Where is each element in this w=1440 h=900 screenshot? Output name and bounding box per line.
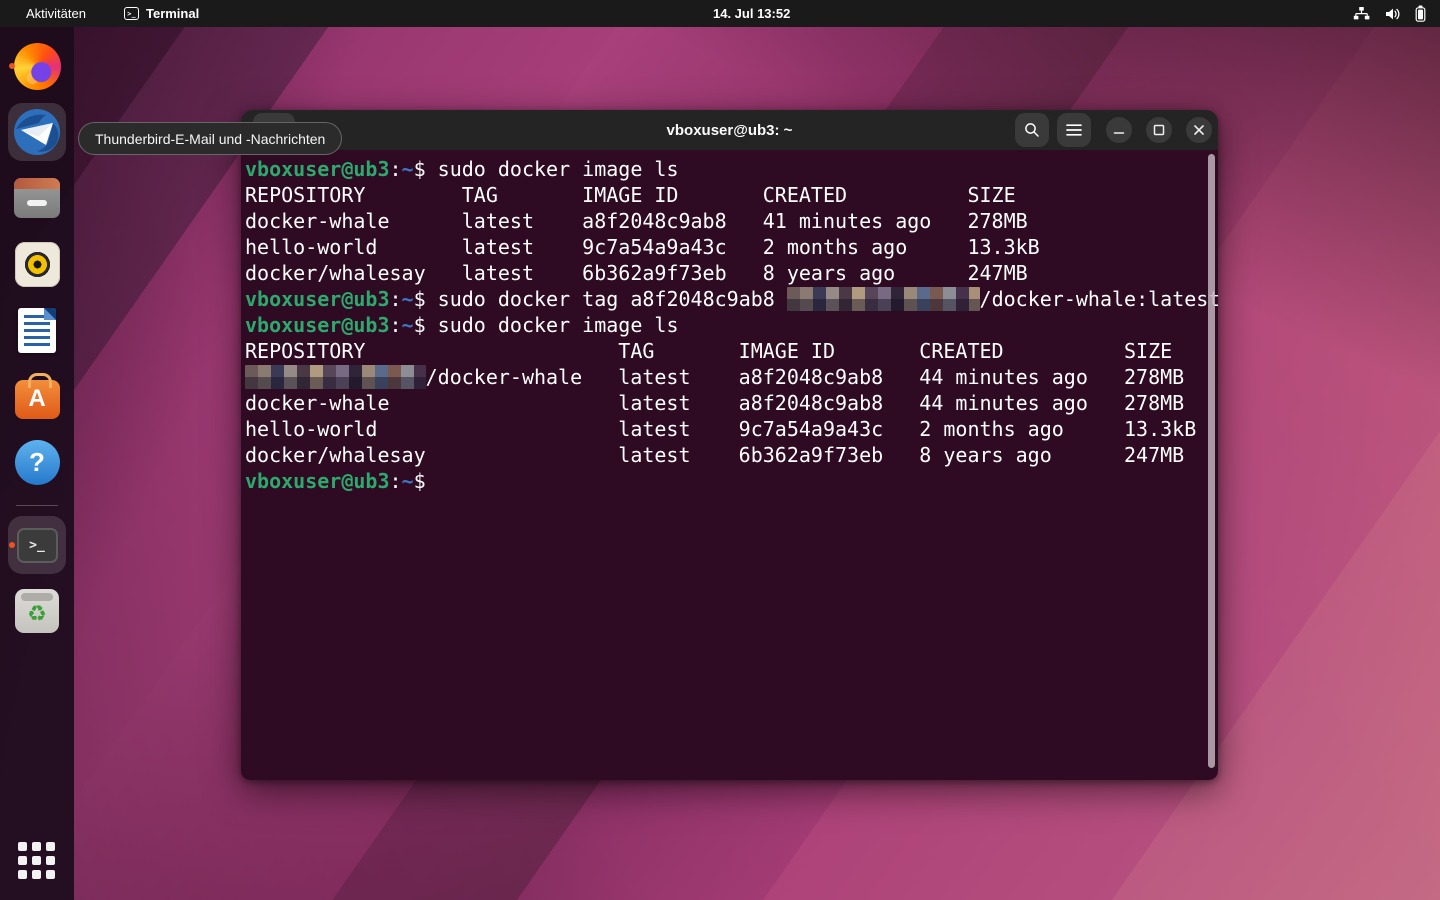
terminal-lines: vboxuser@ub3:~$ sudo docker image lsREPO… [245,156,1214,494]
terminal-line: hello-world latest 9c7a54a9a43c 2 months… [245,416,1214,442]
ubuntu-software-icon: A [15,380,60,419]
running-indicator [9,542,15,548]
terminal-line: docker/whalesay latest 6b362a9f73eb 8 ye… [245,442,1214,468]
terminal-window: + vboxuser@ub3: ~ vboxuser@ub3:~$ sudo d… [241,110,1218,780]
search-icon [1024,122,1040,138]
running-indicator [9,63,15,69]
trash-icon: ♻ [15,589,59,633]
minimize-button[interactable] [1106,117,1132,143]
dock-separator [16,505,58,506]
terminal-line: docker-whale latest a8f2048c9ab8 44 minu… [245,390,1214,416]
dock-item-ubuntu-software[interactable]: A [8,367,66,425]
menu-button[interactable] [1057,113,1091,147]
dock-item-show-applications[interactable] [8,832,66,890]
dock-tooltip: Thunderbird-E-Mail und -Nachrichten [78,122,342,155]
terminal-body[interactable]: vboxuser@ub3:~$ sudo docker image lsREPO… [241,150,1218,780]
libreoffice-writer-icon [18,308,56,353]
redacted-text-block [245,365,426,389]
thunderbird-icon [12,107,62,157]
rhythmbox-icon [15,242,60,287]
system-tray[interactable] [1353,0,1426,27]
terminal-line: vboxuser@ub3:~$ [245,468,1214,494]
maximize-icon [1153,124,1165,136]
dock-item-thunderbird[interactable] [8,103,66,161]
terminal-line: vboxuser@ub3:~$ sudo docker image ls [245,312,1214,338]
network-wired-icon [1353,6,1370,22]
terminal-line: hello-world latest 9c7a54a9a43c 2 months… [245,234,1214,260]
topbar-app-name: Terminal [146,6,199,21]
terminal-line: REPOSITORY TAG IMAGE ID CREATED SIZE [245,182,1214,208]
dock-item-files[interactable] [8,169,66,227]
dock-item-terminal[interactable]: >_ [8,516,66,574]
close-icon [1193,124,1205,136]
maximize-button[interactable] [1146,117,1172,143]
dock-item-rhythmbox[interactable] [8,235,66,293]
titlebar[interactable]: + vboxuser@ub3: ~ [241,110,1218,150]
volume-icon [1384,6,1401,22]
help-icon: ? [15,440,60,485]
dock-item-help[interactable]: ? [8,433,66,491]
activities-button[interactable]: Aktivitäten [18,4,94,23]
firefox-icon [14,43,61,90]
dock: A ? >_ ♻ [0,27,74,900]
dock-item-libreoffice-writer[interactable] [8,301,66,359]
battery-icon [1415,5,1426,22]
terminal-app-icon: >_ [17,528,58,563]
show-apps-grid-icon [18,842,56,880]
dock-item-trash[interactable]: ♻ [8,582,66,640]
terminal-line: docker/whalesay latest 6b362a9f73eb 8 ye… [245,260,1214,286]
minimize-icon [1113,124,1125,136]
terminal-glyph-icon: >_ [124,7,139,20]
top-bar: Aktivitäten >_ Terminal 14. Jul 13:52 [0,0,1440,27]
close-button[interactable] [1186,117,1212,143]
terminal-line: vboxuser@ub3:~$ sudo docker tag a8f2048c… [245,286,1214,312]
terminal-line: /docker-whale latest a8f2048c9ab8 44 min… [245,364,1214,390]
topbar-app-menu[interactable]: >_ Terminal [116,4,207,23]
files-icon [14,178,60,218]
scrollbar-thumb[interactable] [1208,154,1215,768]
dock-item-firefox[interactable] [8,37,66,95]
clock[interactable]: 14. Jul 13:52 [713,0,790,27]
redacted-text-block [787,287,980,311]
desktop: Aktivitäten >_ Terminal 14. Jul 13:52 [0,0,1440,900]
terminal-line: vboxuser@ub3:~$ sudo docker image ls [245,156,1214,182]
hamburger-icon [1066,123,1082,137]
terminal-line: docker-whale latest a8f2048c9ab8 41 minu… [245,208,1214,234]
terminal-line: REPOSITORY TAG IMAGE ID CREATED SIZE [245,338,1214,364]
search-button[interactable] [1015,113,1049,147]
